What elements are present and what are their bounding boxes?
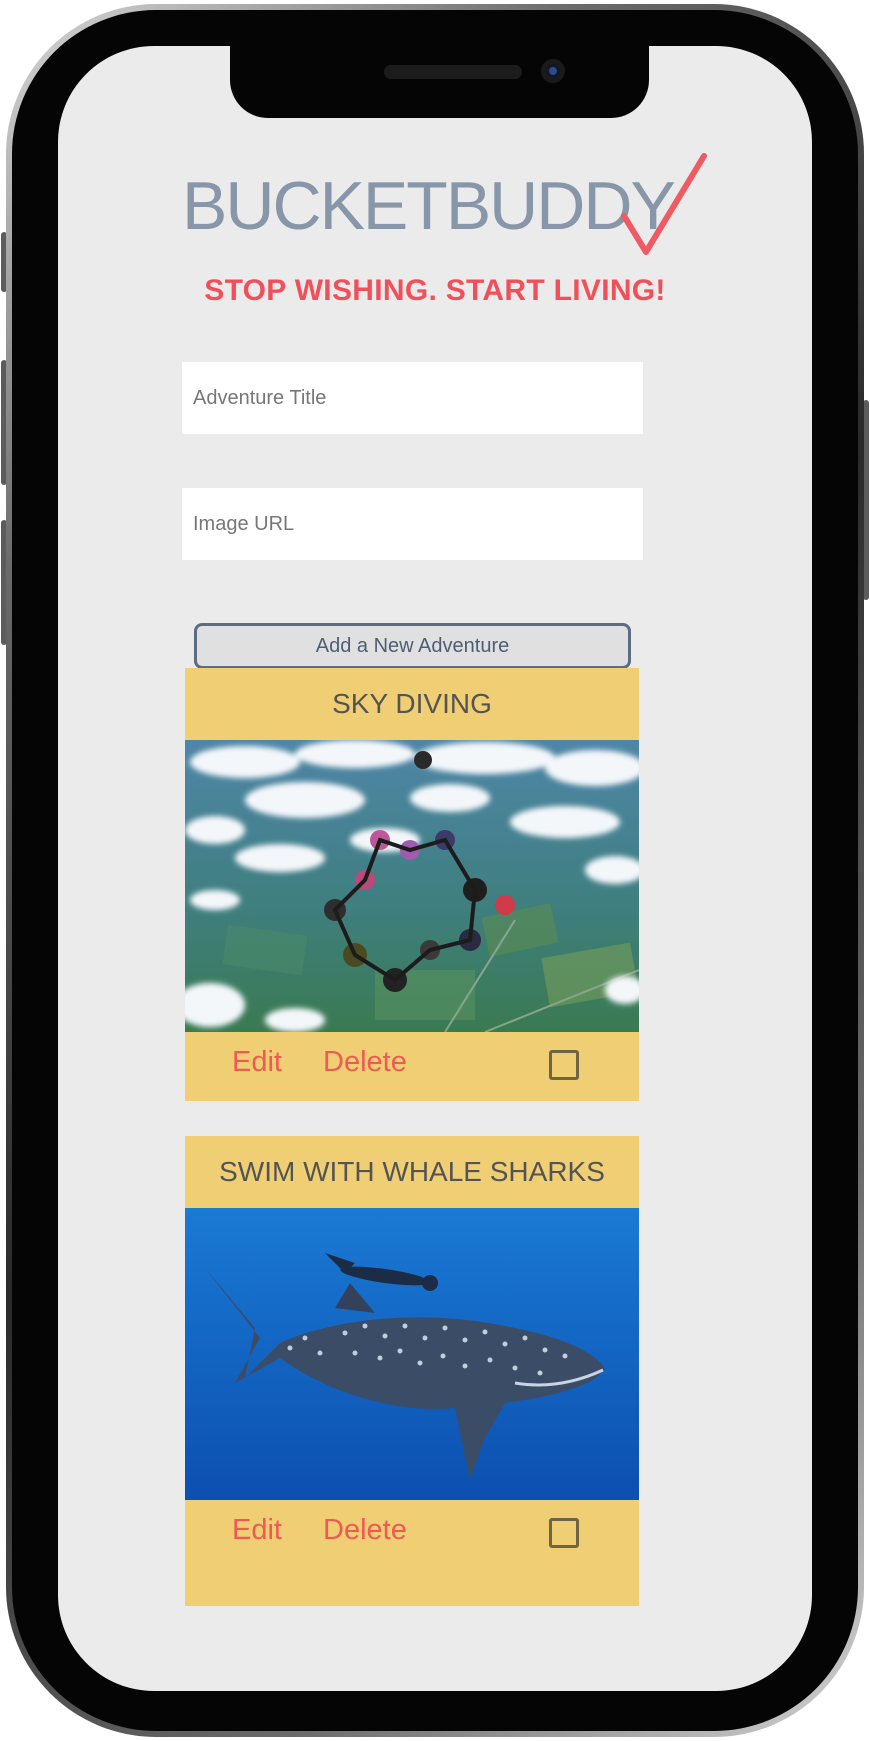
skydiving-image — [185, 740, 639, 1032]
card-actions: Edit Delete — [185, 1032, 639, 1101]
edit-link[interactable]: Edit — [232, 1514, 282, 1547]
phone-screen: BUCKETBUDDY STOP WISHING. START LIVING! … — [58, 46, 812, 1691]
completed-checkbox[interactable] — [549, 1050, 579, 1080]
checkmark-icon — [621, 153, 707, 255]
adventure-card-whale-sharks: SWIM WITH WHALE SHARKS Edit Delete — [185, 1136, 639, 1606]
delete-link[interactable]: Delete — [323, 1514, 407, 1547]
logo-text: BUCKETBUDDY — [182, 168, 676, 244]
completed-checkbox[interactable] — [549, 1518, 579, 1548]
app-logo: BUCKETBUDDY — [182, 150, 707, 260]
front-camera-icon — [541, 59, 565, 83]
image-url-input[interactable] — [182, 488, 643, 560]
speaker-grille — [384, 65, 522, 79]
adventure-title-input[interactable] — [182, 362, 643, 434]
whale-shark-image — [185, 1208, 639, 1500]
add-adventure-button[interactable]: Add a New Adventure — [194, 623, 631, 669]
adventure-title: SKY DIVING — [332, 688, 492, 719]
notch — [230, 46, 649, 118]
card-actions: Edit Delete — [185, 1500, 639, 1569]
adventure-card-sky-diving: SKY DIVING Edit Delete — [185, 668, 639, 1101]
delete-link[interactable]: Delete — [323, 1046, 407, 1079]
adventure-title: SWIM WITH WHALE SHARKS — [219, 1156, 605, 1187]
tagline: STOP WISHING. START LIVING! — [204, 274, 666, 307]
edit-link[interactable]: Edit — [232, 1046, 282, 1079]
